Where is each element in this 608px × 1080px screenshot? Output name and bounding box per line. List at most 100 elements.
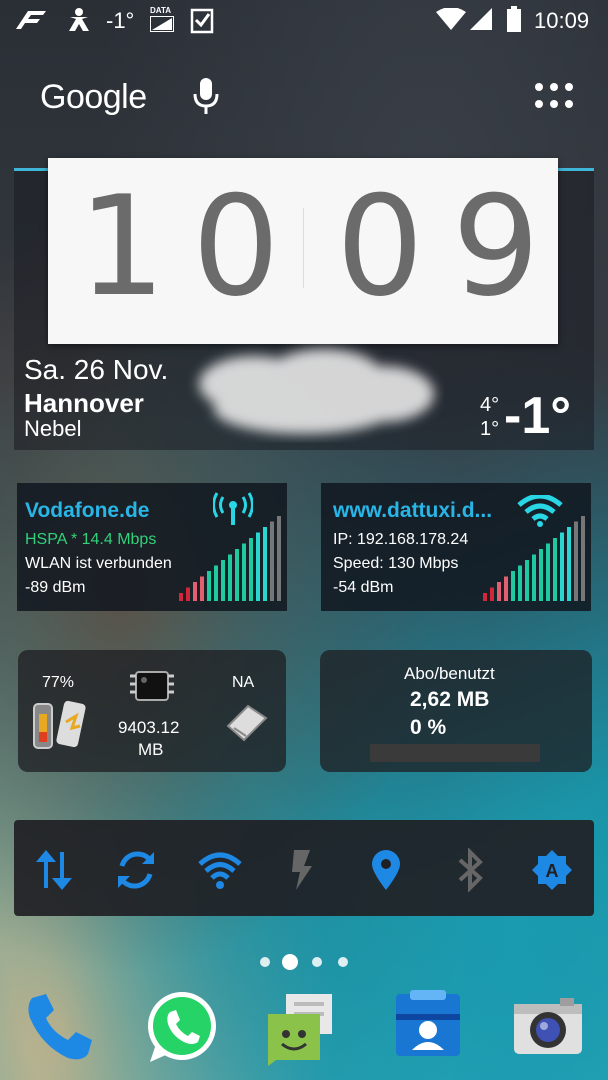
signal-bar [228,554,232,601]
weather-condition: Nebel [24,416,82,441]
signal-bar [483,593,487,601]
status-bar: -1° DATA 10:09 [0,0,608,42]
signal-bar [511,571,515,601]
sd-card-status: NA [232,674,255,691]
clock-minute-tens: 0 [336,166,424,327]
clock-weather-widget[interactable]: 1 0 0 9 Sa. 26 Nov. Hannover Nebel 4° 1°… [14,158,594,450]
signal-bar [553,538,557,601]
operator-name: Vodafone.de [25,499,150,522]
status-temperature: -1° [106,8,135,33]
data-usage-widget[interactable]: Abo/benutzt 2,62 MB 0 % [320,650,592,772]
mobile-signal-strength: -89 dBm [25,579,86,596]
weather-figure-icon [69,8,89,31]
sync-icon[interactable] [114,848,158,892]
battery-charging-icon [33,700,86,749]
signal-bar [249,538,253,601]
wifi-ip: IP: 192.168.178.24 [333,531,469,548]
system-stats-widget[interactable]: 77% 9403.12 MB NA [18,650,286,772]
google-logo[interactable]: Google [40,78,147,117]
signal-bar [525,560,529,601]
page-indicator [258,953,350,971]
signal-bar [546,543,550,601]
signal-bar [221,560,225,601]
wifi-ssid: www.dattuxi.d... [333,499,493,522]
mobile-network-widget[interactable]: Vodafone.de HSPA * 14.4 Mbps WLAN ist ve… [17,483,287,611]
clock-hour-ones: 0 [192,166,280,327]
contacts-icon[interactable] [390,990,466,1066]
brightness-auto-icon[interactable]: A [530,848,574,892]
messaging-icon[interactable] [264,990,340,1066]
signal-bar [179,593,183,601]
camera-icon[interactable] [510,990,586,1066]
signal-bar [193,582,197,601]
signal-bar [235,549,239,601]
apps-grid-icon[interactable] [534,82,574,110]
weather-city: Hannover [24,388,144,418]
battery-percent: 77% [42,674,75,691]
signal-bar [497,582,501,601]
signal-bar [256,532,260,601]
temp-low: 1° [480,418,500,440]
signal-bar [581,516,585,601]
wifi-icon[interactable] [198,848,242,892]
google-search-bar[interactable]: Google [40,70,580,126]
wifi-signal-bars [483,516,585,601]
page-dot-current[interactable] [282,954,298,970]
signal-bar [560,532,564,601]
flash-icon[interactable] [280,848,324,892]
cell-signal-icon [470,8,492,30]
signal-bar [504,576,508,601]
microphone-icon[interactable] [192,76,220,116]
signal-bar [214,565,218,601]
signal-bar [518,565,522,601]
signal-bar [207,571,211,601]
weather-date: Sa. 26 Nov. [24,354,169,385]
wifi-signal-strength: -54 dBm [333,579,394,596]
bluetooth-icon[interactable] [448,848,492,892]
clock-hour-tens: 1 [78,166,166,327]
data-percent: 0 % [410,716,447,739]
network-type-speed: HSPA * 14.4 Mbps [25,531,157,548]
fog-cloud-icon [199,349,434,434]
clock-card[interactable]: 1 0 0 9 [48,158,558,344]
signal-bar [277,516,281,601]
wlan-status: WLAN ist verbunden [25,555,172,572]
data-arrows-icon[interactable] [32,848,76,892]
page-dot[interactable] [338,957,348,967]
data-indicator-label: DATA [150,6,172,15]
memory-chip-icon [130,671,174,701]
page-dot[interactable] [312,957,322,967]
signal-bar [242,543,246,601]
temp-high: 4° [480,394,500,416]
app-notification-icon [16,11,46,29]
wifi-speed: Speed: 130 Mbps [333,555,459,572]
signal-bar [263,527,267,601]
data-usage-progress-bar [370,744,540,762]
clock-minute-ones: 9 [452,166,540,327]
status-clock: 10:09 [534,8,590,33]
signal-bar [532,554,536,601]
signal-bar [200,576,204,601]
whatsapp-icon[interactable] [144,990,220,1066]
signal-bar [574,521,578,601]
location-pin-icon[interactable] [364,848,408,892]
battery-icon [507,6,521,32]
sd-card-icon [226,704,268,742]
clock-divider [303,208,304,288]
phone-icon[interactable] [22,990,98,1066]
page-dot[interactable] [260,957,270,967]
signal-bar [490,587,494,601]
data-usage-header: Abo/benutzt [404,664,495,683]
mobile-signal-bars [179,516,281,601]
task-check-icon [190,8,214,34]
data-indicator-icon [150,16,174,32]
data-used: 2,62 MB [410,688,490,711]
quick-toggles-widget: A [14,820,594,916]
wifi-status-icon [436,8,466,30]
signal-bar [567,527,571,601]
svg-text:A: A [546,861,559,881]
signal-bar [186,587,190,601]
signal-bar [539,549,543,601]
wifi-network-widget[interactable]: www.dattuxi.d... IP: 192.168.178.24 Spee… [321,483,591,611]
temp-current: -1° [504,387,572,445]
